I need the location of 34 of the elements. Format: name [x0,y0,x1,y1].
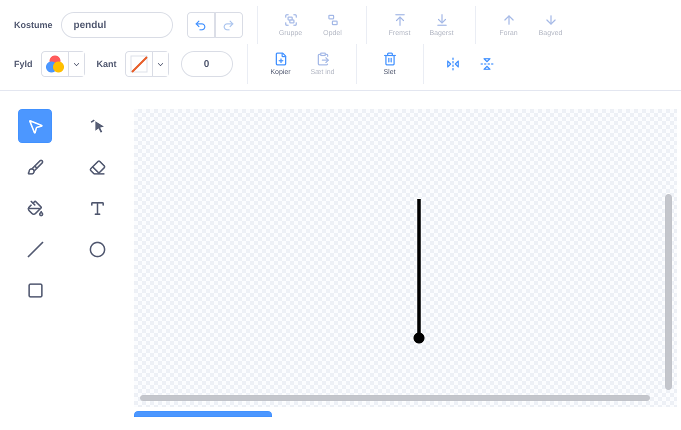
drawing-canvas[interactable] [134,109,677,407]
circle-icon [88,240,106,258]
square-icon [26,282,44,298]
outline-width-field[interactable]: 0 [180,51,233,77]
line-icon [26,240,44,258]
select-tool[interactable] [18,109,52,143]
horizontal-scrollbar[interactable] [140,395,650,401]
no-color-icon [128,54,149,74]
outline-color-picker[interactable] [124,51,169,77]
file-plus-icon [274,52,288,66]
reshape-icon [88,118,106,134]
costume-label: Kostume [14,20,53,30]
vertical-scrollbar[interactable] [665,194,672,390]
arrow-up-bar-icon [392,13,407,27]
trash-icon [382,52,397,66]
outline-label: Kant [96,59,117,69]
fill-color-picker[interactable] [40,51,85,77]
ungroup-icon [326,13,340,27]
costume-name-field[interactable]: pendul [60,12,173,38]
brush-icon [26,158,44,176]
text-icon [88,200,106,216]
flip-horizontal-icon [446,57,460,71]
bucket-icon [26,200,44,216]
color-circles-icon [44,54,65,74]
arrow-down-bar-icon [434,13,449,27]
undo-button[interactable] [186,12,215,38]
eraser-icon [88,158,106,176]
fill-label: Fyld [14,59,33,69]
group-icon [284,13,298,27]
flip-vertical-icon [480,57,494,71]
pointer-icon [26,118,44,134]
redo-icon [222,18,236,32]
undo-icon [194,18,208,32]
clipboard-icon [316,52,330,66]
